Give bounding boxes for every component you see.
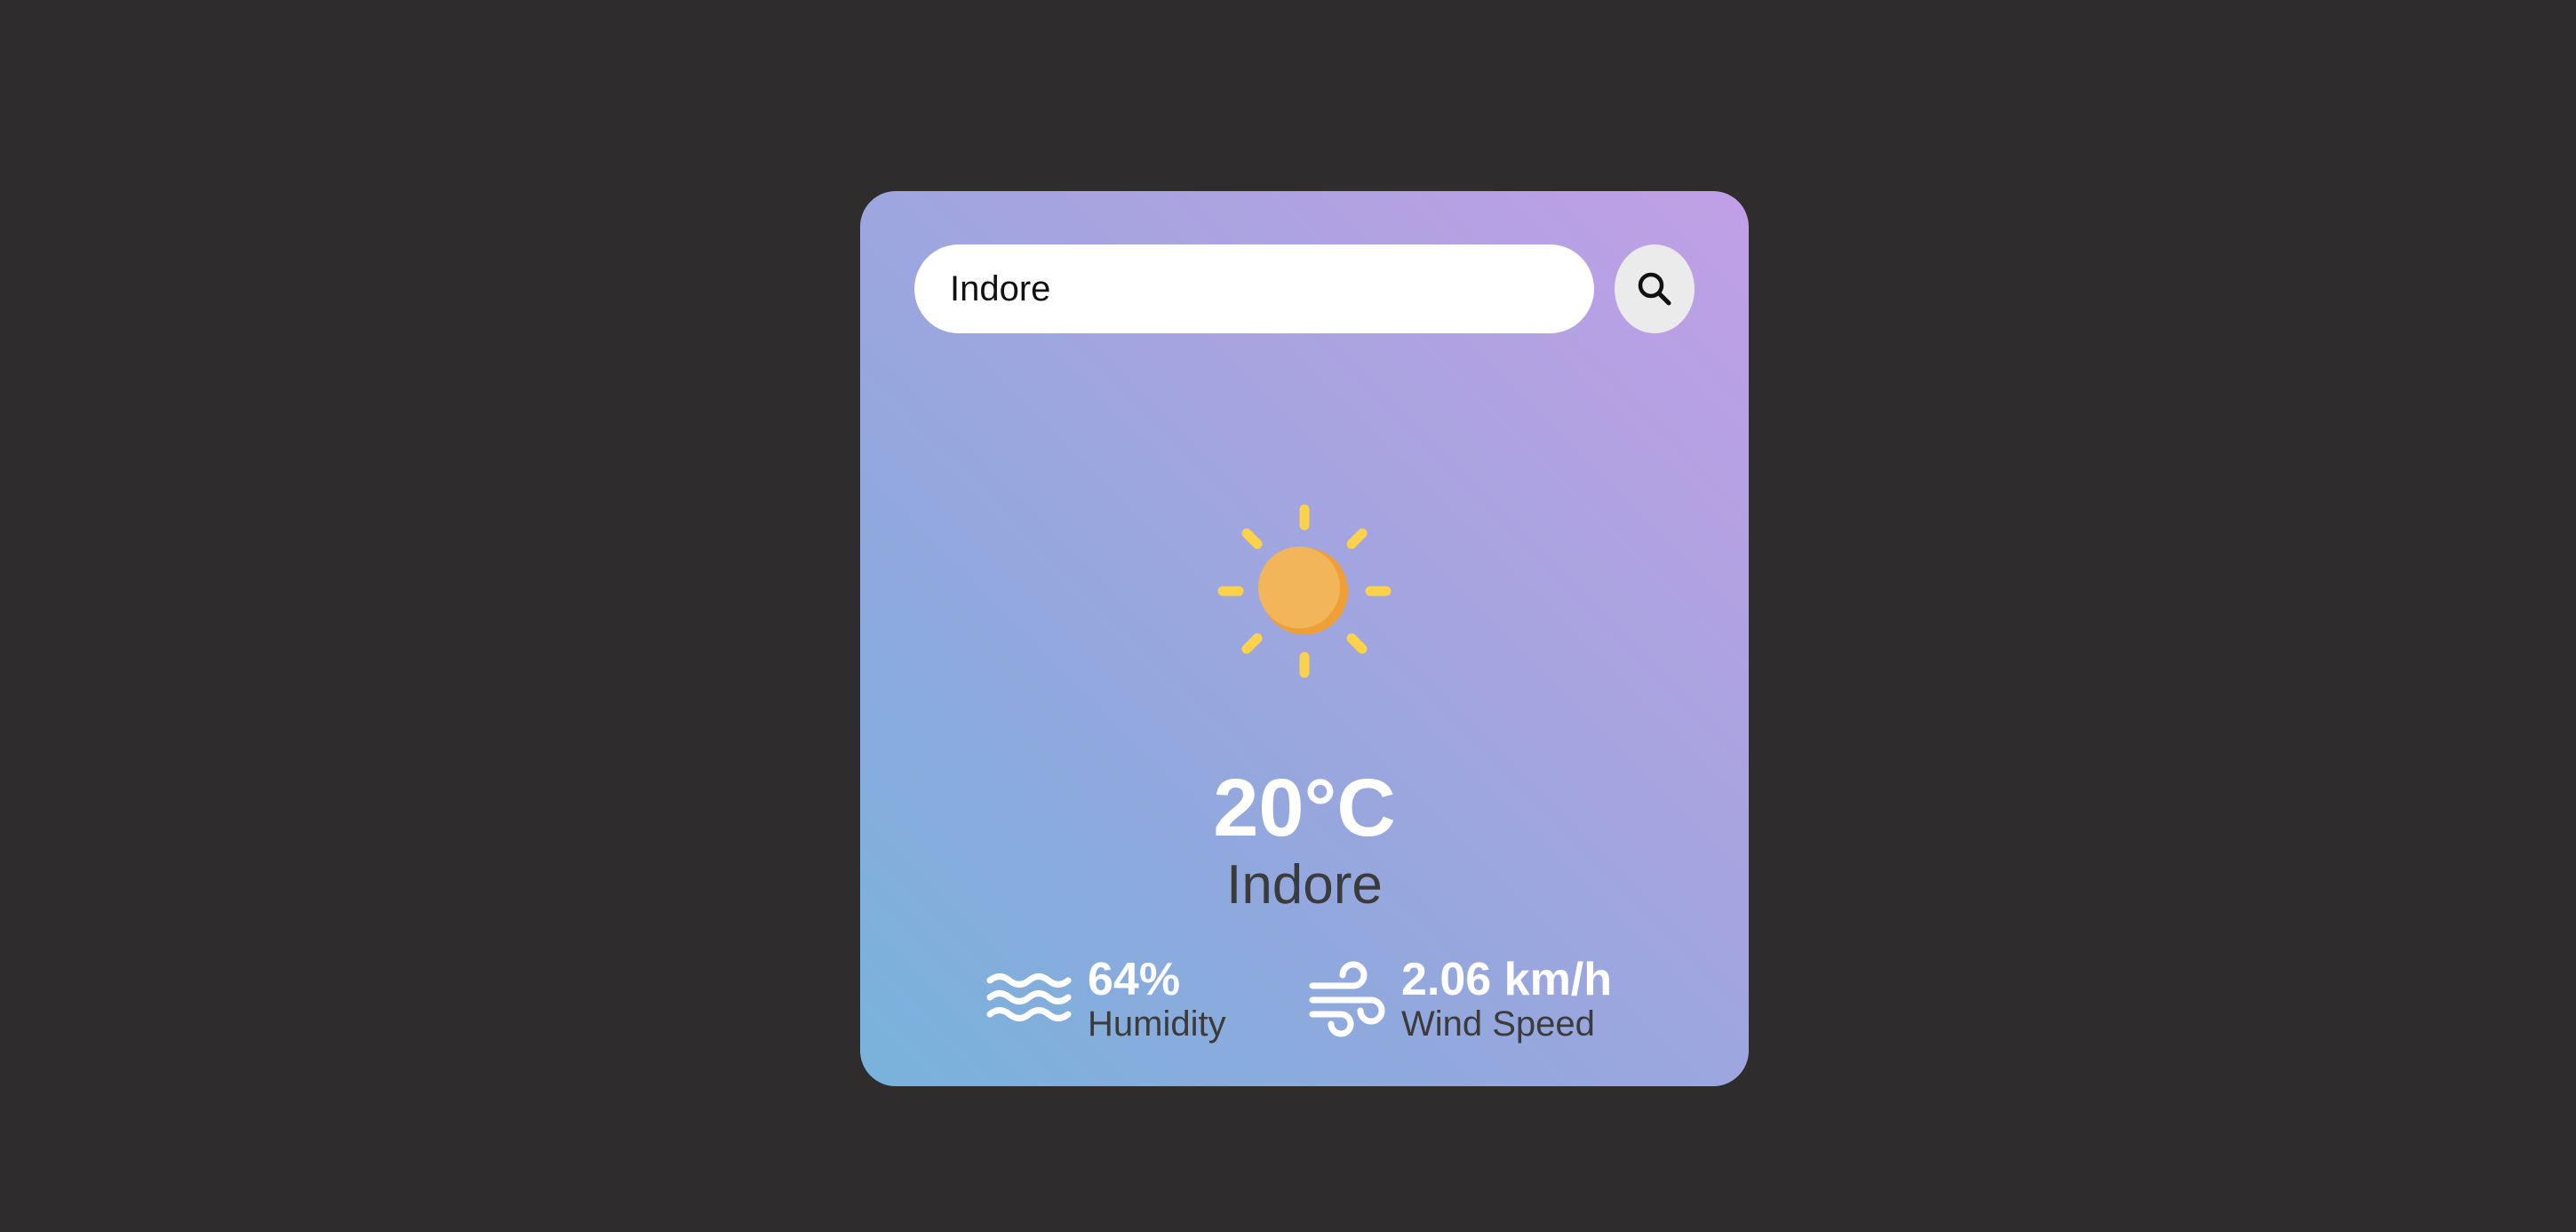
search-icon xyxy=(1638,272,1671,306)
temperature: 20°C xyxy=(1213,763,1396,853)
search-bar xyxy=(914,244,1695,333)
wind-speed-label: Wind Speed xyxy=(1401,1004,1595,1044)
sun-icon xyxy=(1217,504,1392,678)
search-input[interactable] xyxy=(914,244,1594,333)
wind-detail: 2.06 km/h Wind Speed xyxy=(1309,956,1612,1044)
wind-speed-value: 2.06 km/h xyxy=(1401,954,1613,1005)
search-button[interactable] xyxy=(1615,244,1695,333)
weather-details: 64% Humidity 2.06 km/h Wind Speed xyxy=(860,956,1749,1062)
humidity-label: Humidity xyxy=(1088,1004,1226,1044)
waves-icon xyxy=(986,973,1072,1022)
humidity-detail: 64% Humidity xyxy=(986,956,1226,1044)
wind-icon xyxy=(1309,961,1385,1037)
weather-card: 20°C Indore 64% Humidity xyxy=(860,191,1749,1086)
city-name: Indore xyxy=(1226,854,1383,916)
humidity-value: 64% xyxy=(1088,954,1181,1005)
